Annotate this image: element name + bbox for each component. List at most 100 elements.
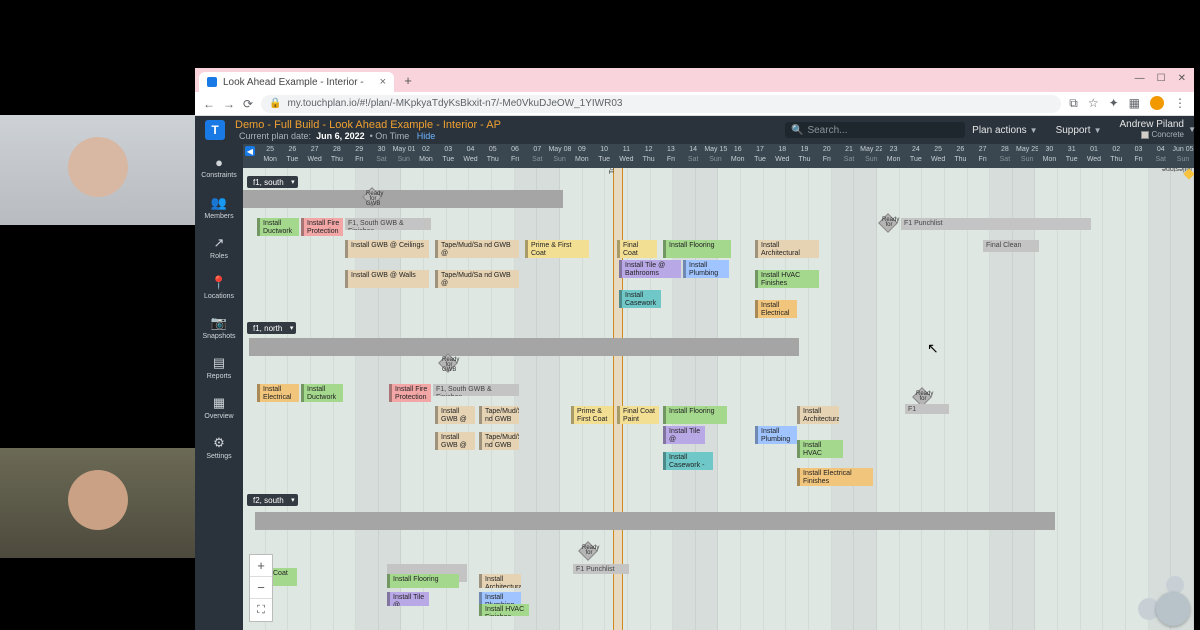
task-final-coat[interactable]: Final Coat Paint [617, 240, 657, 258]
grid-icon[interactable]: ▦ [1129, 96, 1140, 111]
sidebar-item-constraints[interactable]: ●Constraints [198, 150, 240, 184]
plan-actions-menu[interactable]: Plan actions▼ [972, 125, 1037, 136]
sidebar-item-snapshots[interactable]: 📷Snapshots [198, 310, 240, 344]
browser-tab[interactable]: Look Ahead Example - Interior - × [199, 72, 394, 92]
lock-icon: 🔒 [269, 98, 281, 109]
task-f1s-gwb[interactable]: F1, South GWB & Finishes [345, 218, 431, 230]
task-gwb-walls2[interactable]: Install GWB @ Walls [435, 432, 475, 450]
nav-forward-icon[interactable]: → [223, 97, 235, 111]
task-architectural[interactable]: Install Architectural [755, 240, 819, 258]
window-close-icon[interactable]: ✕ [1178, 73, 1186, 84]
task-flooring2[interactable]: Install Flooring [663, 406, 727, 424]
task-plumbing2[interactable]: Install Plumbing [755, 426, 797, 444]
pin-icon: 📍 [211, 275, 227, 291]
task-casework[interactable]: Install Casework [619, 290, 661, 308]
plan-meta: Current plan date: Jun 6, 2022 • On Time… [239, 131, 501, 141]
task-prime2[interactable]: Prime & First Coat [571, 406, 613, 424]
address-bar[interactable]: 🔒 my.touchplan.io/#!/plan/-MKpkyaTdyKsBk… [261, 95, 1061, 113]
zoom-fit-button[interactable]: ⛶ [250, 599, 272, 621]
task-arch3[interactable]: Install Architectural [479, 574, 521, 588]
task-tape-mud[interactable]: Tape/Mud/Sa nd GWB @ [435, 240, 519, 258]
task-elec-fin[interactable]: Install Electrical Finishes [797, 468, 873, 486]
participant-2-video [0, 448, 195, 558]
task-bar[interactable] [243, 190, 563, 208]
share-icon[interactable]: ⧉ [1069, 96, 1078, 111]
search-input[interactable]: 🔍 Search... [785, 122, 965, 138]
window-maximize-icon[interactable]: ☐ [1157, 73, 1166, 84]
zoom-out-button[interactable]: − [250, 577, 272, 599]
task-f1-punchlist[interactable]: F1 Punchlist [901, 218, 1091, 230]
support-menu[interactable]: Support▼ [1056, 125, 1102, 136]
menu-icon[interactable]: ⋮ [1174, 96, 1186, 111]
task-gwb-ceilings[interactable]: Install GWB @ Ceilings [345, 240, 429, 258]
browser-tabstrip: Look Ahead Example - Interior - × + — ☐ … [195, 68, 1194, 92]
sidebar-item-members[interactable]: 👥Members [198, 190, 240, 224]
task-gwb-ceil2[interactable]: Install GWB @ Ceilings [435, 406, 475, 424]
task-install-ductwork[interactable]: Install Ductwork [257, 218, 299, 236]
hide-link[interactable]: Hide [417, 131, 436, 141]
lane-header-f1south[interactable]: f1, south [247, 176, 298, 188]
task-finalcoat2[interactable]: Final Coat Paint [617, 406, 659, 424]
nav-reload-icon[interactable]: ⟳ [243, 97, 253, 111]
task-tape-mud2[interactable]: Tape/Mud/Sa nd GWB @ [435, 270, 519, 288]
circle-icon: ● [215, 155, 223, 170]
task-prime-first[interactable]: Prime & First Coat [525, 240, 589, 258]
url-text: my.touchplan.io/#!/plan/-MKpkyaTdyKsBkxi… [288, 98, 623, 109]
task-hvac2[interactable]: Install HVAC Finishes [797, 440, 843, 458]
today-marker [613, 168, 623, 630]
task-ductwork2[interactable]: Install Ductwork [301, 384, 343, 402]
milestone-ready[interactable]: Ready for [879, 214, 897, 232]
task-tile-bath[interactable]: Install Tile @ Bathrooms [619, 260, 681, 278]
chat-launcher-icon[interactable] [1156, 592, 1190, 626]
overview-icon: ▦ [213, 395, 225, 411]
task-hvac3[interactable]: Install HVAC Finishes [479, 604, 529, 616]
task-flooring[interactable]: Install Flooring [663, 240, 731, 258]
new-tab-button[interactable]: + [400, 72, 416, 88]
task-gwb-walls[interactable]: Install GWB @ Walls [345, 270, 429, 288]
task-arch2[interactable]: Install Architectural [797, 406, 839, 424]
task-f1-punchlist3[interactable]: F1 Punchlist [573, 564, 629, 574]
tab-title: Look Ahead Example - Interior - [223, 77, 364, 88]
task-bar[interactable] [255, 512, 1055, 530]
plan-status: On Time [375, 131, 409, 141]
task-tapemud4[interactable]: Tape/Mud/Sa nd GWB @ [479, 432, 519, 450]
task-fire2[interactable]: Install Fire Protection [389, 384, 431, 402]
milestone-ready-gwb[interactable]: Ready for GWB [363, 188, 381, 206]
lane-header-f1north[interactable]: f1, north [247, 322, 296, 334]
timeline-back-button[interactable]: ◀ [245, 146, 255, 156]
sidebar-item-locations[interactable]: 📍Locations [198, 270, 240, 304]
task-f1s-gwb2[interactable]: F1, South GWB & Finishes [433, 384, 519, 396]
sidebar-item-roles[interactable]: ↗Roles [198, 230, 240, 264]
window-minimize-icon[interactable]: — [1135, 73, 1145, 84]
lane-header-f2south[interactable]: f2, south [247, 494, 298, 506]
breadcrumb[interactable]: Demo - Full Build - Look Ahead Example -… [235, 119, 501, 131]
star-icon[interactable]: ☆ [1088, 96, 1099, 111]
task-hvac-fin[interactable]: Install HVAC Finishes [755, 270, 819, 288]
task-casework-h[interactable]: Install Casework - High [663, 452, 713, 470]
milestone-ready-gwb-2[interactable]: Ready for GWB [439, 354, 457, 372]
user-menu[interactable]: Andrew Piland Concrete ▼ [1120, 120, 1184, 140]
task-final-clean[interactable]: Final Clean [983, 240, 1039, 252]
milestone-ready3[interactable]: Ready for [579, 542, 597, 560]
plan-canvas[interactable]: ◀ 252627282930May 01020304050607May 0809… [243, 144, 1194, 630]
task-install-fire[interactable]: Install Fire Protection [301, 218, 343, 236]
task-f1-punchlist2[interactable]: F1 Punchlist [905, 404, 949, 414]
sidebar-item-settings[interactable]: ⚙Settings [198, 430, 240, 464]
extensions-icon[interactable]: ✦ [1109, 96, 1119, 111]
task-tapemud3[interactable]: Tape/Mud/Sa nd GWB @ [479, 406, 519, 424]
task-tile2[interactable]: Install Tile @ Bathrooms [663, 426, 705, 444]
browser-window: Look Ahead Example - Interior - × + — ☐ … [195, 68, 1194, 630]
nav-back-icon[interactable]: ← [203, 97, 215, 111]
zoom-in-button[interactable]: + [250, 555, 272, 577]
task-plumb-fix[interactable]: Install Plumbing Fixtures [683, 260, 729, 278]
task-tile3[interactable]: Install Tile @ Bathrooms [387, 592, 429, 606]
app-logo[interactable]: T [205, 120, 225, 140]
task-electrical[interactable]: Install Electrical [755, 300, 797, 318]
sidebar-item-overview[interactable]: ▦Overview [198, 390, 240, 424]
task-bar[interactable] [249, 338, 799, 356]
task-flooring3[interactable]: Install Flooring [387, 574, 459, 588]
profile-avatar[interactable] [1150, 96, 1164, 110]
tab-close-icon[interactable]: × [380, 76, 386, 88]
sidebar-item-reports[interactable]: ▤Reports [198, 350, 240, 384]
task-electrical2[interactable]: Install Electrical [257, 384, 299, 402]
